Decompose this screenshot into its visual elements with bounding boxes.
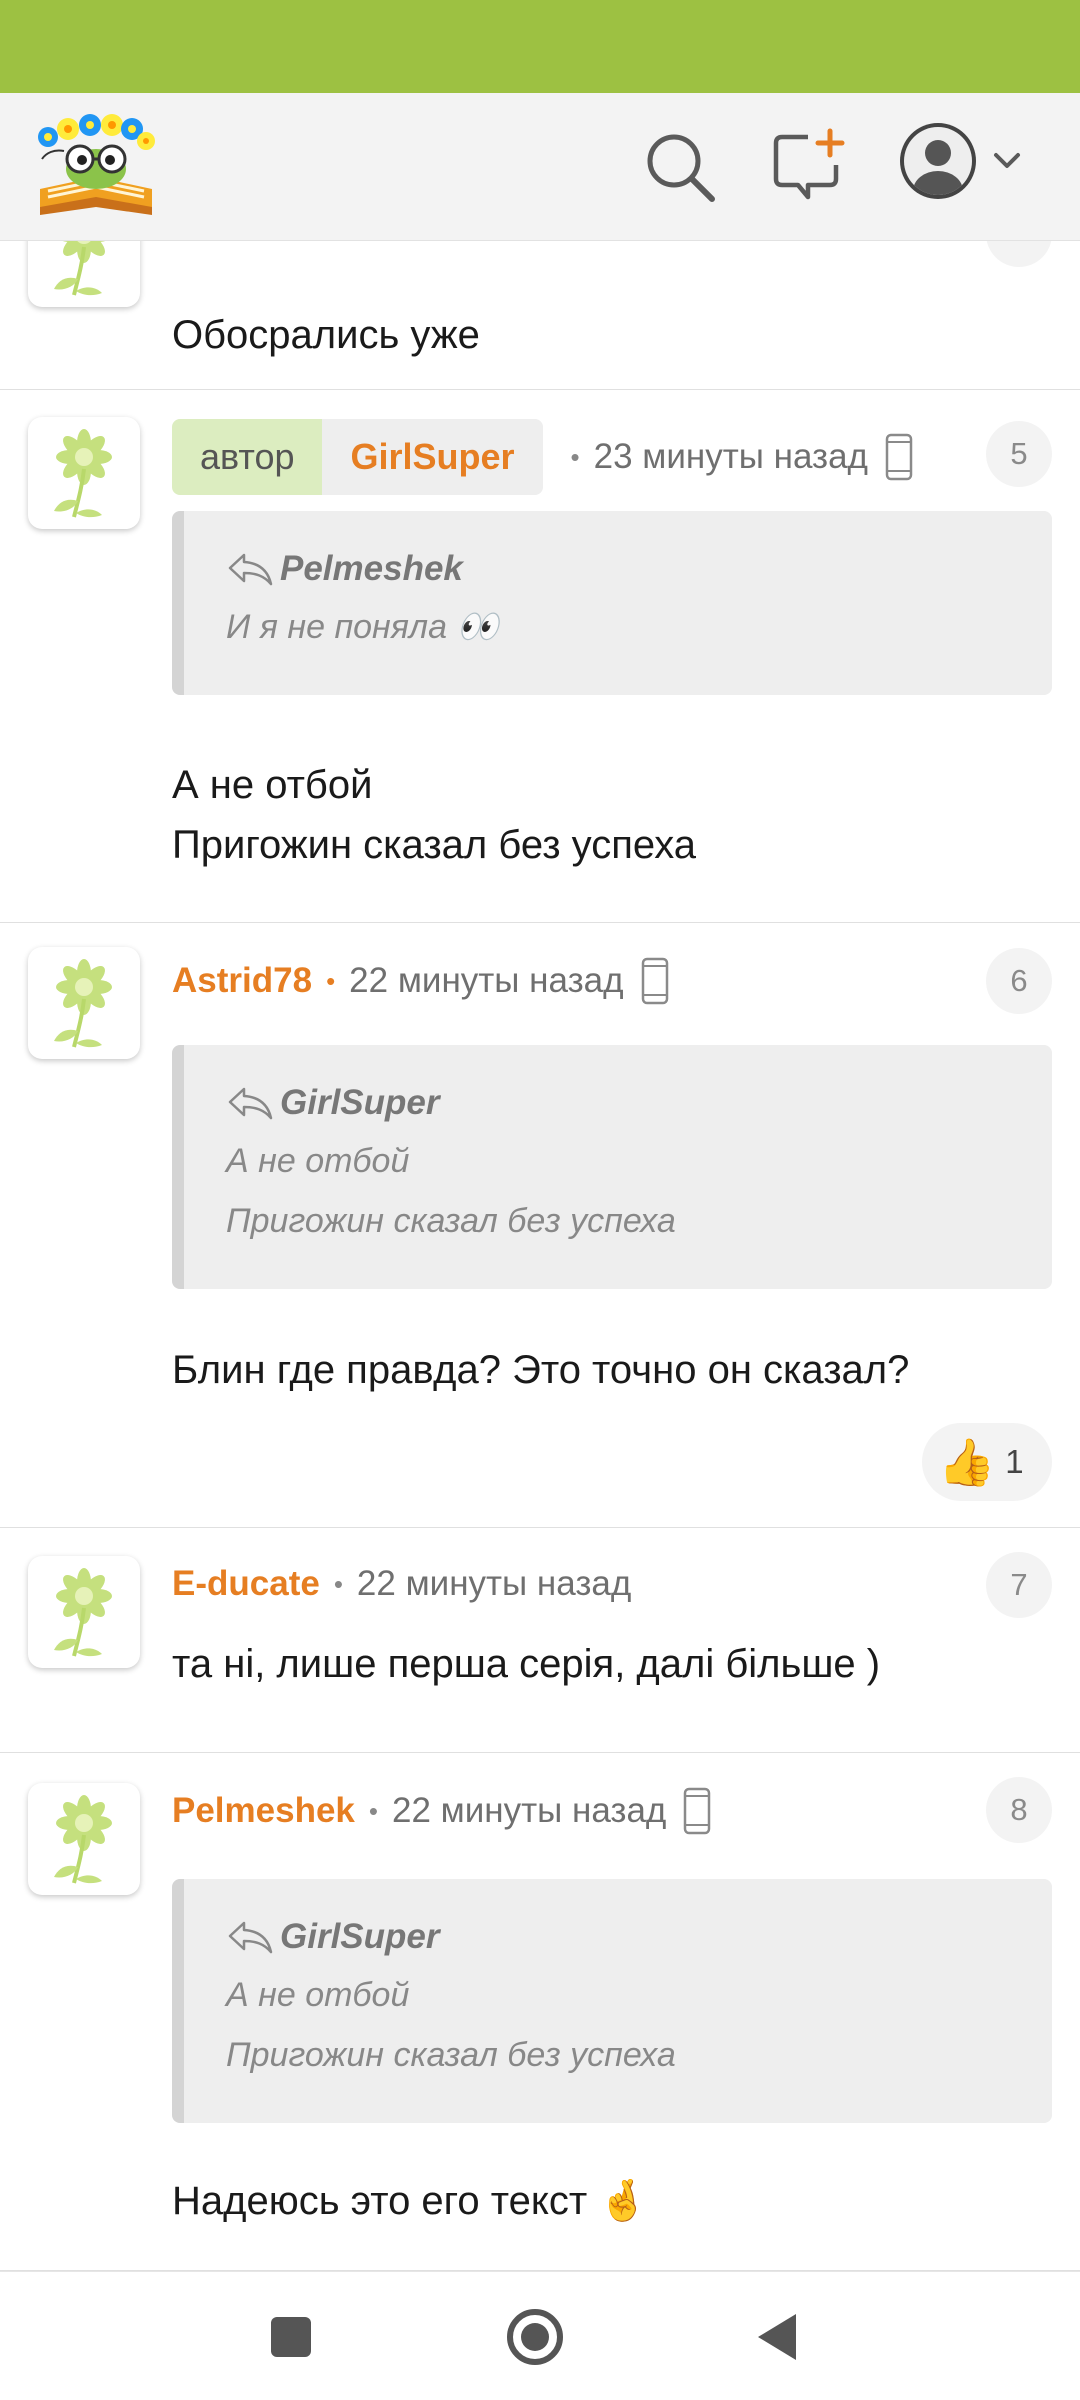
separator-dot: • [368,1795,379,1826]
quote-line: А не отбой [226,1142,410,1180]
quote-block: GirlSuper А не отбой Пригожин сказал без… [172,1879,1052,2123]
comment-text: та ні, лише перша серія, далі більше ) [172,1642,881,1686]
status-bar [0,0,1080,93]
quote-block: GirlSuper А не отбой Пригожин сказал без… [172,1045,1052,1289]
avatar[interactable] [28,947,140,1059]
comment-text: Блин где правда? Это точно он сказал? [172,1348,910,1392]
reply-icon [226,1919,274,1955]
comment: E-ducate • 22 минуты назад 7 та ні, лише… [0,1528,1080,1753]
comment: автор GirlSuper • 23 минуты назад 5 Pelm… [0,391,1080,923]
reply-icon [226,551,274,587]
timestamp[interactable]: 22 минуты назад [357,1564,631,1604]
separator-dot: • [333,1568,343,1599]
quote-line: Пригожин сказал без успеха [226,2036,676,2074]
search-icon[interactable] [640,127,720,207]
comment: Astrid78 • 22 минуты назад 6 GirlSuper А… [0,923,1080,1528]
comment: Pelmeshek • 22 минуты назад 8 GirlSuper … [0,1753,1080,2271]
home-button[interactable] [500,2302,570,2372]
avatar[interactable] [28,417,140,529]
like-count: 1 [1005,1443,1024,1480]
logo[interactable] [34,111,158,221]
quote-author-name: Pelmeshek [280,549,463,588]
new-topic-icon[interactable] [770,127,850,207]
comment-number[interactable]: 5 [986,421,1052,487]
quote-line: Пригожин сказал без успеха [226,1202,676,1240]
back-button[interactable] [744,2302,814,2372]
separator-dot: • [570,441,580,472]
comment-text: Надеюсь это его текст 🤞 [172,2179,649,2223]
separator-dot: • [326,965,336,996]
avatar[interactable] [28,241,140,307]
avatar[interactable] [28,1783,140,1895]
quote-block: Pelmeshek И я не поняла 👀 [172,511,1052,695]
quote-author-name: GirlSuper [280,1083,440,1122]
username[interactable]: Astrid78 [172,961,312,1001]
comment-meta: Pelmeshek • 22 минуты назад [172,1773,712,1849]
profile-menu[interactable] [900,119,1040,215]
reply-icon [226,1085,274,1121]
timestamp[interactable]: 22 минуты назад [349,961,623,1001]
timestamp[interactable]: 23 минуты назад [594,437,868,477]
quote-author: GirlSuper [226,1909,1052,1965]
like-button[interactable]: 👍 1 [922,1423,1052,1501]
username[interactable]: Pelmeshek [172,1791,355,1831]
comment: Обосрались уже [0,241,1080,390]
comment-text: Пригожин сказал без успеха [172,823,697,867]
phone-icon [884,433,914,481]
comment-number[interactable]: 6 [986,948,1052,1014]
quote-author: GirlSuper [226,1075,1052,1131]
comment-number[interactable]: 7 [986,1552,1052,1618]
timestamp[interactable]: 22 минуты назад [392,1791,666,1831]
quote-line: И я не поняла 👀 [226,608,499,646]
username[interactable]: E-ducate [172,1564,320,1604]
system-nav-bar [0,2271,1080,2400]
quote-line: А не отбой [226,1976,410,2014]
quote-author: Pelmeshek [226,541,1052,597]
author-role: автор [172,419,323,495]
thumbs-up-icon: 👍 [938,1435,996,1488]
comment-text: Обосрались уже [172,313,480,357]
profile-icon [900,123,1020,199]
phone-icon [640,957,670,1005]
recents-button[interactable] [256,2302,326,2372]
quote-author-name: GirlSuper [280,1917,440,1956]
comment-meta: E-ducate • 22 минуты назад [172,1546,631,1622]
comment-number[interactable] [986,241,1052,267]
comment-text: А не отбой [172,763,373,807]
comment-meta: автор GirlSuper • 23 минуты назад [172,419,914,495]
top-header [0,93,1080,241]
comment-meta: Astrid78 • 22 минуты назад [172,943,670,1019]
comment-number[interactable]: 8 [986,1777,1052,1843]
author-badge[interactable]: автор GirlSuper [172,419,543,495]
phone-icon [682,1787,712,1835]
comments-feed[interactable]: Обосрались уже автор GirlSuper • 23 мину… [0,241,1080,2271]
username[interactable]: GirlSuper [322,419,543,495]
avatar[interactable] [28,1556,140,1668]
chevron-down-icon [994,153,1020,168]
